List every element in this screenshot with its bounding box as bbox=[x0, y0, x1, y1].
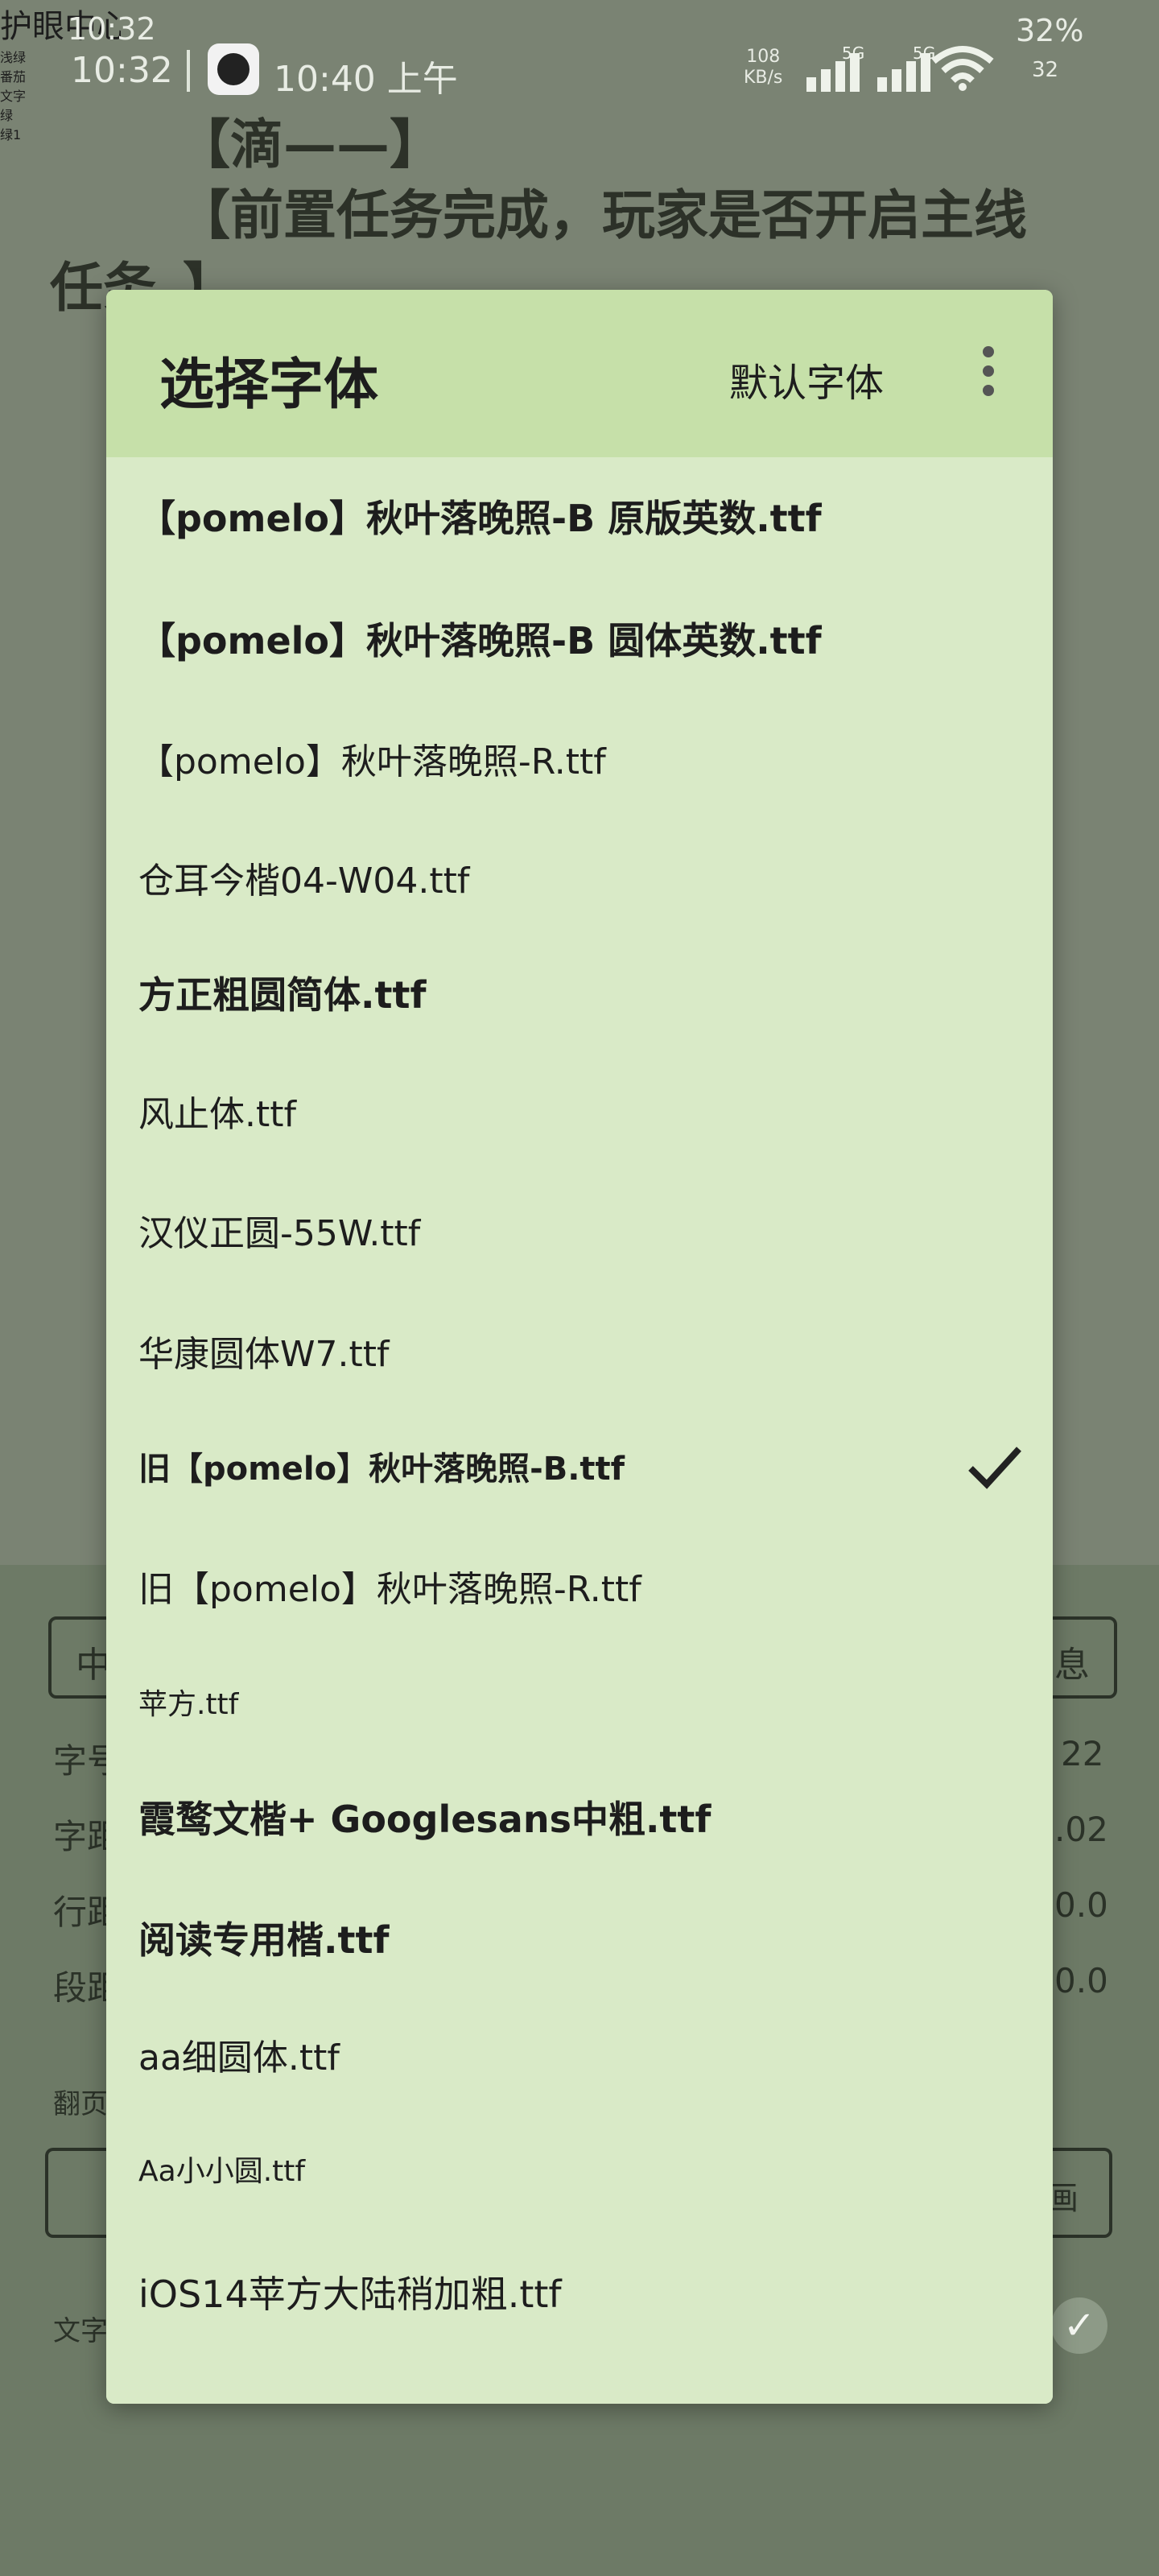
battery-small: 32 bbox=[1032, 58, 1059, 82]
status-time: 10:32 bbox=[71, 50, 173, 91]
font-option-name: 阅读专用楷.ttf bbox=[138, 1918, 390, 1962]
status-bar: 10:32 10:32 10:40 上午 108 KB/s 5G 5G 32% … bbox=[0, 0, 1159, 105]
font-option[interactable]: 霞鹜文楷+ Googlesans中粗.ttf bbox=[106, 1758, 1053, 1871]
info-pill-label: 息 bbox=[1054, 1645, 1090, 1686]
font-option[interactable]: 旧【pomelo】秋叶落晚照-B.ttf bbox=[106, 1410, 1053, 1523]
default-font-button[interactable]: 默认字体 bbox=[729, 351, 884, 407]
font-option-name: aa细圆体.ttf bbox=[138, 2037, 340, 2079]
font-option-name: 华康圆体W7.ttf bbox=[138, 1334, 390, 1375]
font-option-name: 汉仪正圆-55W.ttf bbox=[138, 1213, 421, 1254]
status-divider bbox=[187, 50, 190, 92]
selected-check-icon bbox=[968, 1447, 1021, 1489]
dialog-title: 选择字体 bbox=[159, 353, 379, 417]
font-option-name: 旧【pomelo】秋叶落晚照-B.ttf bbox=[138, 1451, 625, 1488]
alarm-clock-icon bbox=[208, 43, 259, 95]
font-option[interactable]: 阅读专用楷.ttf bbox=[106, 1879, 1053, 1992]
network-speed-value: 108 bbox=[746, 47, 781, 67]
theme-button-6[interactable]: 绿1 bbox=[0, 124, 1159, 143]
reading-line-2: 【前置任务完成，玩家是否开启主线 bbox=[177, 184, 1027, 246]
font-option[interactable]: iOS14苹方大陆稍加粗.ttf bbox=[106, 2233, 1053, 2346]
font-option[interactable]: 旧【pomelo】秋叶落晚照-R.ttf bbox=[106, 1528, 1053, 1641]
font-option-name: 方正粗圆简体.ttf bbox=[138, 973, 427, 1017]
alarm-time: 10:40 上午 bbox=[274, 59, 458, 100]
font-option[interactable]: 方正粗圆简体.ttf bbox=[106, 934, 1053, 1046]
font-option-name: 【pomelo】秋叶落晚照-B 原版英数.ttf bbox=[138, 497, 822, 540]
setting-value-paragraph: 0.0 bbox=[1054, 1961, 1108, 2000]
font-option[interactable]: 华康圆体W7.ttf bbox=[106, 1293, 1053, 1406]
wifi-icon bbox=[931, 46, 994, 91]
font-option-name: 霞鹜文楷+ Googlesans中粗.ttf bbox=[138, 1798, 711, 1841]
more-options-icon[interactable] bbox=[972, 346, 1004, 401]
dialog-header: 选择字体 默认字体 bbox=[106, 290, 1053, 457]
network-speed-unit: KB/s bbox=[744, 68, 783, 88]
font-option-name: iOS14苹方大陆稍加粗.ttf bbox=[138, 2273, 562, 2316]
setting-value-line-height: 0.0 bbox=[1054, 1885, 1108, 1925]
status-time-small: 10:32 bbox=[68, 11, 156, 47]
font-option[interactable]: 汉仪正圆-55W.ttf bbox=[106, 1172, 1053, 1285]
network-speed: 108 KB/s bbox=[744, 47, 782, 89]
font-option[interactable]: 【pomelo】秋叶落晚照-R.ttf bbox=[106, 700, 1053, 813]
font-option[interactable]: aa细圆体.ttf bbox=[106, 1996, 1053, 2109]
battery-percent: 32% bbox=[1016, 13, 1084, 48]
confirm-check-icon[interactable]: ✓ bbox=[1051, 2297, 1107, 2354]
font-option-name: Aa小小圆.ttf bbox=[138, 2155, 306, 2188]
reading-line-1: 【滴——】 bbox=[177, 113, 443, 175]
font-option[interactable]: Aa小小圆.ttf bbox=[106, 2116, 1053, 2228]
font-option[interactable]: 【pomelo】秋叶落晚照-B 圆体英数.ttf bbox=[106, 580, 1053, 692]
font-option[interactable]: 风止体.ttf bbox=[106, 1053, 1053, 1166]
theme-button-5[interactable]: 绿 bbox=[0, 105, 1159, 124]
font-option[interactable]: 苹方.ttf bbox=[106, 1649, 1053, 1761]
font-option-name: 苹方.ttf bbox=[138, 1688, 239, 1721]
text-color-label: 文字 bbox=[53, 2315, 108, 2347]
font-option-name: 旧【pomelo】秋叶落晚照-R.ttf bbox=[138, 1569, 641, 1610]
font-option[interactable]: 仓耳今楷04-W04.ttf bbox=[106, 819, 1053, 932]
font-option-name: 【pomelo】秋叶落晚照-B 圆体英数.ttf bbox=[138, 619, 822, 663]
theme-button-5-label: 绿 bbox=[0, 108, 14, 123]
theme-button-6-label: 绿1 bbox=[0, 127, 22, 142]
setting-value-spacing: .02 bbox=[1054, 1810, 1108, 1849]
font-option[interactable]: 【pomelo】秋叶落晚照-B 原版英数.ttf bbox=[106, 457, 1053, 570]
font-option-name: 【pomelo】秋叶落晚照-R.ttf bbox=[138, 741, 606, 782]
list-fade bbox=[106, 2334, 1053, 2404]
page-turn-label: 翻页 bbox=[53, 2088, 108, 2120]
font-select-dialog: 选择字体 默认字体 【pomelo】秋叶落晚照-B 原版英数.ttf 【pomel… bbox=[106, 290, 1053, 2404]
signal-icon-sim1: 5G bbox=[806, 43, 871, 92]
setting-value-size: 22 bbox=[1061, 1734, 1104, 1773]
font-option-name: 仓耳今楷04-W04.ttf bbox=[138, 861, 470, 902]
font-option-name: 风止体.ttf bbox=[138, 1094, 296, 1135]
